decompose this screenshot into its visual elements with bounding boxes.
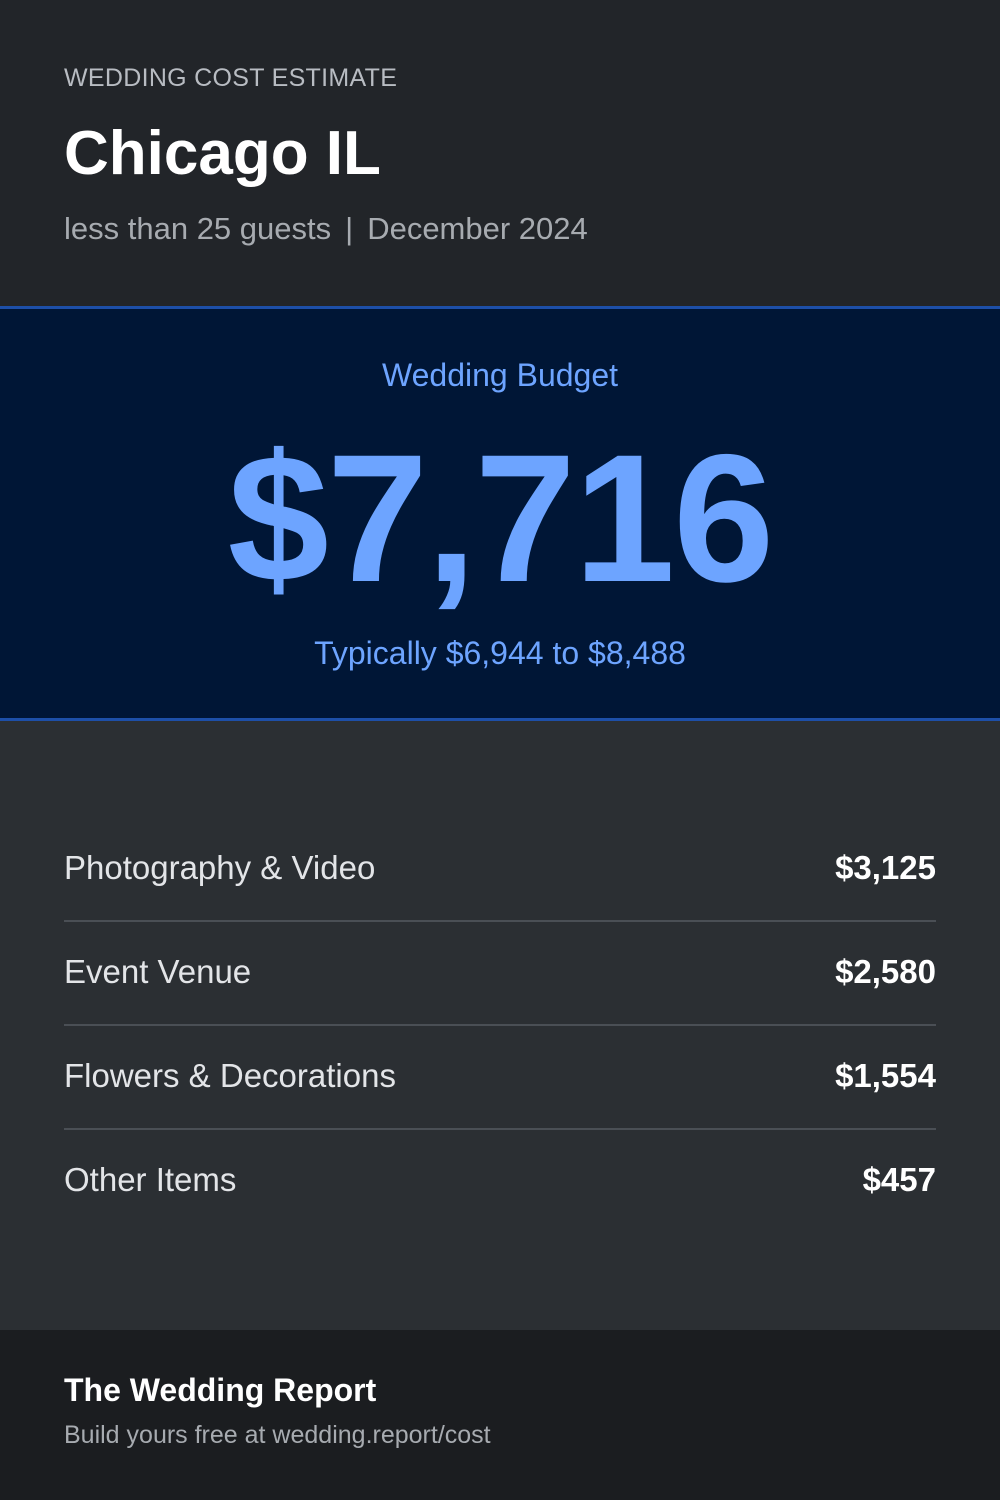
item-label: Photography & Video <box>64 849 376 886</box>
item-value: $1,554 <box>835 1057 936 1094</box>
subtitle: less than 25 guests | December 2024 <box>64 211 588 247</box>
event-date: December 2024 <box>367 211 588 246</box>
cost-breakdown-list: Photography & Video $3,125 Event Venue $… <box>64 818 936 1234</box>
budget-panel: Wedding Budget $7,716 Typically $6,944 t… <box>0 306 1000 721</box>
list-item: Photography & Video $3,125 <box>64 818 936 922</box>
item-value: $457 <box>862 1161 936 1198</box>
item-value: $3,125 <box>835 849 936 886</box>
header: WEDDING COST ESTIMATE Chicago IL less th… <box>0 0 1000 306</box>
footer: The Wedding Report Build yours free at w… <box>0 1330 1000 1500</box>
list-item: Flowers & Decorations $1,554 <box>64 1026 936 1130</box>
item-label: Other Items <box>64 1161 237 1198</box>
item-label: Flowers & Decorations <box>64 1057 396 1094</box>
budget-amount: $7,716 <box>227 416 775 620</box>
item-value: $2,580 <box>835 953 936 990</box>
eyebrow-label: WEDDING COST ESTIMATE <box>64 64 398 92</box>
list-item: Event Venue $2,580 <box>64 922 936 1026</box>
footer-cta-link[interactable]: Build yours free at wedding.report/cost <box>64 1421 491 1450</box>
list-item: Other Items $457 <box>64 1130 936 1234</box>
subtitle-separator: | <box>345 211 354 246</box>
budget-label: Wedding Budget <box>381 357 619 393</box>
guest-count: less than 25 guests <box>64 211 332 246</box>
cost-estimate-card: WEDDING COST ESTIMATE Chicago IL less th… <box>0 0 1000 1500</box>
brand-name: The Wedding Report <box>64 1372 377 1408</box>
budget-range: Typically $6,944 to $8,488 <box>314 635 686 671</box>
item-label: Event Venue <box>64 953 252 990</box>
page-title: Chicago IL <box>64 119 381 188</box>
